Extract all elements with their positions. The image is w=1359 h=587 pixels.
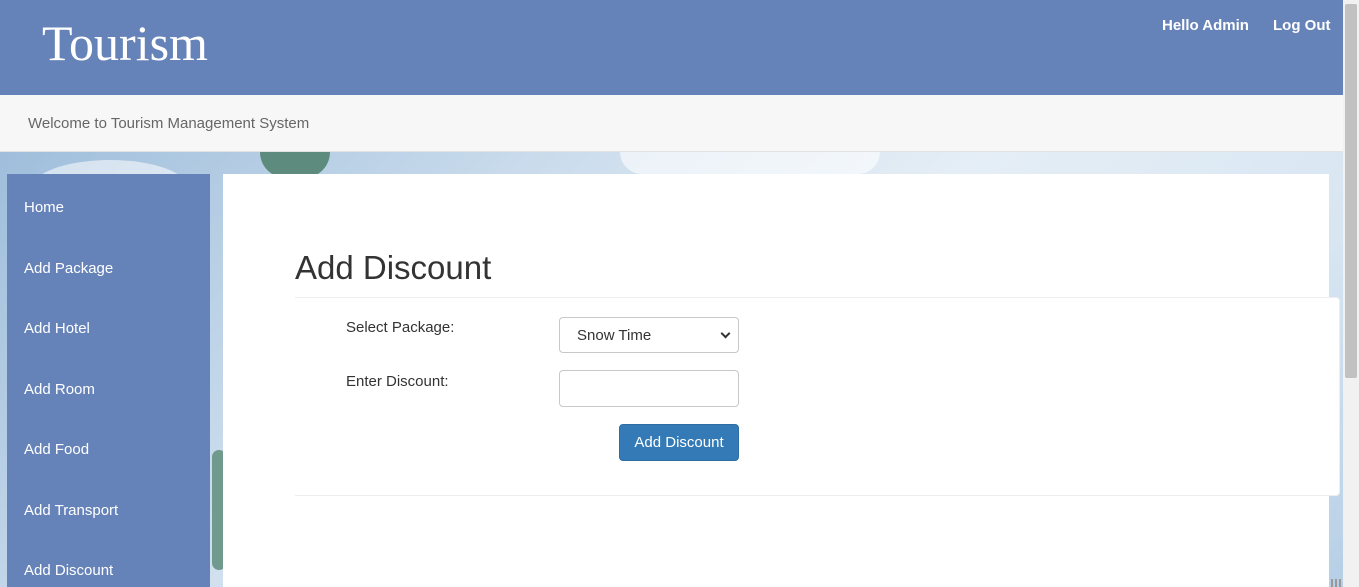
background-cloud-top	[620, 152, 880, 174]
site-brand[interactable]: Tourism	[42, 18, 208, 68]
chevron-down-icon	[720, 328, 731, 339]
package-label: Select Package:	[346, 319, 455, 336]
add-discount-button[interactable]: Add Discount	[619, 424, 739, 461]
welcome-text: Welcome to Tourism Management System	[28, 115, 310, 132]
resize-grip-icon	[1331, 579, 1343, 587]
page-scrollbar[interactable]	[1343, 0, 1359, 587]
sidebar-nav: Home Add Package Add Hotel Add Room Add …	[7, 174, 210, 587]
scrollbar-thumb[interactable]	[1345, 4, 1357, 378]
sidebar-item-add-food[interactable]: Add Food	[24, 441, 89, 458]
package-select[interactable]: Snow Time	[559, 317, 739, 353]
sidebar-item-home[interactable]: Home	[24, 199, 64, 216]
sidebar-item-add-room[interactable]: Add Room	[24, 381, 95, 398]
sidebar-item-add-discount[interactable]: Add Discount	[24, 562, 113, 579]
sidebar-item-add-package[interactable]: Add Package	[24, 260, 113, 277]
sidebar-item-add-hotel[interactable]: Add Hotel	[24, 320, 90, 337]
greeting-text: Hello Admin	[1162, 17, 1249, 34]
welcome-bar: Welcome to Tourism Management System	[0, 95, 1343, 152]
sidebar-item-add-transport[interactable]: Add Transport	[24, 502, 118, 519]
package-select-value: Snow Time	[577, 327, 652, 344]
discount-label: Enter Discount:	[346, 373, 449, 390]
page-title: Add Discount	[295, 249, 492, 286]
discount-input[interactable]	[559, 370, 739, 407]
logout-link[interactable]: Log Out	[1273, 17, 1330, 34]
top-header: Tourism Hello Admin Log Out	[0, 0, 1343, 95]
